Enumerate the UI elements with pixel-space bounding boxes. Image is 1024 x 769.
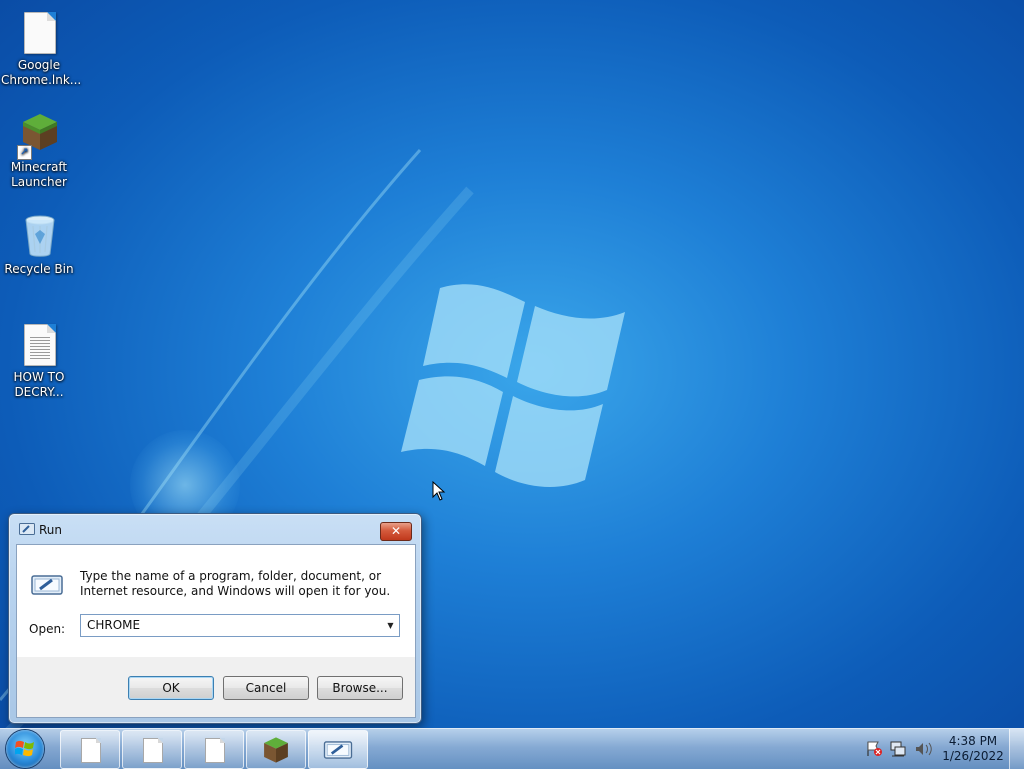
run-dialog-titlebar[interactable]: Run ✕ bbox=[9, 514, 421, 544]
run-program-icon bbox=[31, 575, 63, 595]
taskbar-button-run[interactable] bbox=[308, 730, 368, 769]
mouse-cursor-icon bbox=[432, 481, 446, 501]
taskbar-button-document-3[interactable] bbox=[184, 730, 244, 769]
run-dialog-title: Run bbox=[39, 523, 63, 537]
desktop-icon-minecraft-launcher[interactable]: ↗ Minecraft Launcher bbox=[1, 112, 77, 190]
windows-logo-wallpaper bbox=[401, 284, 625, 487]
start-button[interactable] bbox=[6, 730, 44, 768]
desktop-icon-label: HOW TO DECRY... bbox=[13, 370, 65, 399]
open-input-value[interactable]: CHROME bbox=[87, 618, 140, 632]
windows-start-orb bbox=[15, 740, 34, 757]
clock-time: 4:38 PM bbox=[948, 734, 998, 748]
open-combobox[interactable]: CHROME ▼ bbox=[80, 614, 400, 637]
network-icon[interactable] bbox=[890, 741, 906, 757]
browse-button[interactable]: Browse... bbox=[317, 676, 403, 700]
chevron-down-icon[interactable]: ▼ bbox=[382, 615, 399, 636]
run-dialog-icon bbox=[323, 741, 353, 759]
taskbar-button-document-1[interactable] bbox=[60, 730, 120, 769]
run-dialog: Run ✕ Type the name of a program, folder… bbox=[8, 513, 422, 724]
text-document-icon bbox=[24, 324, 56, 366]
desktop-icon-recycle-bin[interactable]: Recycle Bin bbox=[1, 214, 77, 277]
system-tray bbox=[867, 741, 932, 757]
taskbar-button-minecraft[interactable] bbox=[246, 730, 306, 769]
close-icon: ✕ bbox=[390, 524, 402, 538]
run-description: Type the name of a program, folder, docu… bbox=[80, 569, 391, 598]
clock-date: 1/26/2022 bbox=[942, 749, 1004, 763]
shortcut-arrow-icon: ↗ bbox=[17, 145, 32, 160]
run-dialog-icon bbox=[19, 523, 35, 535]
document-icon bbox=[205, 738, 225, 763]
desktop-icon-google-chrome[interactable]: Google Chrome.lnk... bbox=[1, 10, 82, 88]
document-icon bbox=[81, 738, 101, 763]
recycle-bin-icon bbox=[25, 215, 55, 257]
desktop-icon-label: Minecraft Launcher bbox=[10, 160, 68, 189]
volume-icon[interactable] bbox=[916, 742, 932, 756]
show-desktop-button[interactable] bbox=[1009, 729, 1024, 769]
cancel-button[interactable]: Cancel bbox=[223, 676, 309, 700]
taskbar-clock[interactable]: 4:38 PM 1/26/2022 bbox=[940, 734, 1006, 764]
minecraft-grass-block-icon bbox=[264, 737, 288, 763]
action-center-flag-icon[interactable] bbox=[867, 741, 882, 756]
document-icon bbox=[24, 12, 56, 54]
desktop-icon-label: Google Chrome.lnk... bbox=[1, 58, 82, 87]
desktop-icon-how-to-decrypt[interactable]: HOW TO DECRY... bbox=[1, 322, 77, 400]
taskbar: 4:38 PM 1/26/2022 bbox=[0, 728, 1024, 769]
ok-button[interactable]: OK bbox=[128, 676, 214, 700]
close-button[interactable]: ✕ bbox=[380, 522, 412, 541]
taskbar-button-document-2[interactable] bbox=[122, 730, 182, 769]
open-label: Open: bbox=[29, 622, 66, 636]
document-icon bbox=[143, 738, 163, 763]
run-dialog-body: Type the name of a program, folder, docu… bbox=[16, 544, 416, 718]
desktop-icon-label: Recycle Bin bbox=[4, 262, 74, 276]
